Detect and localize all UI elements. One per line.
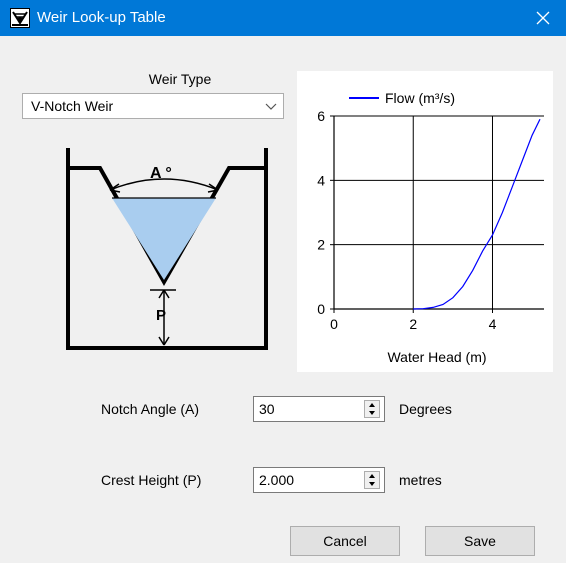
y-tick-label: 0: [317, 301, 325, 317]
notch-angle-label: Notch Angle (A): [101, 401, 200, 417]
notch-angle-spin-buttons: [364, 400, 380, 418]
cancel-button[interactable]: Cancel: [290, 526, 400, 556]
notch-angle-value: 30: [259, 401, 275, 417]
flow-chart-svg: Flow (m³/s) 0 2 4 0 2 4 6 Water Head (m): [317, 90, 544, 365]
weir-type-value: V-Notch Weir: [31, 98, 114, 114]
close-button[interactable]: [520, 0, 566, 36]
spin-down-icon[interactable]: [365, 409, 379, 417]
x-axis-label: Water Head (m): [387, 349, 486, 365]
chevron-down-icon: [265, 103, 277, 110]
weir-lookup-dialog: Weir Look-up Table Weir Type V-Notch Wei…: [0, 0, 566, 563]
crest-height-value: 2.000: [259, 472, 295, 488]
flow-chart: Flow (m³/s) 0 2 4 0 2 4 6 Water Head (m): [297, 71, 553, 372]
title-bar: Weir Look-up Table: [0, 0, 566, 36]
y-tick-label: 6: [317, 108, 325, 124]
window-title: Weir Look-up Table: [37, 9, 166, 26]
angle-label: A °: [150, 165, 172, 182]
crest-height-label: Crest Height (P): [101, 472, 202, 488]
water-fill: [112, 198, 216, 280]
x-tick-label: 2: [409, 316, 417, 332]
spin-up-icon[interactable]: [365, 472, 379, 480]
crest-height-stepper[interactable]: 2.000: [253, 467, 385, 493]
x-tick-label: 0: [330, 316, 338, 332]
flow-series-line: [413, 118, 541, 310]
close-icon: [536, 11, 550, 25]
weir-type-label: Weir Type: [148, 71, 212, 87]
weir-type-select[interactable]: V-Notch Weir: [22, 93, 284, 119]
x-tick-label: 4: [489, 316, 497, 332]
save-button[interactable]: Save: [425, 526, 535, 556]
v-notch-diagram: A ° P: [66, 148, 268, 350]
y-tick-label: 4: [317, 172, 325, 188]
spin-down-icon[interactable]: [365, 480, 379, 488]
legend-label: Flow (m³/s): [385, 90, 455, 106]
crest-height-spin-buttons: [364, 471, 380, 489]
crest-label: P: [156, 307, 166, 324]
notch-angle-stepper[interactable]: 30: [253, 396, 385, 422]
crest-height-unit: metres: [399, 472, 442, 488]
spin-up-icon[interactable]: [365, 401, 379, 409]
y-tick-label: 2: [317, 237, 325, 253]
notch-angle-unit: Degrees: [399, 401, 452, 417]
weir-app-icon: [10, 8, 30, 28]
